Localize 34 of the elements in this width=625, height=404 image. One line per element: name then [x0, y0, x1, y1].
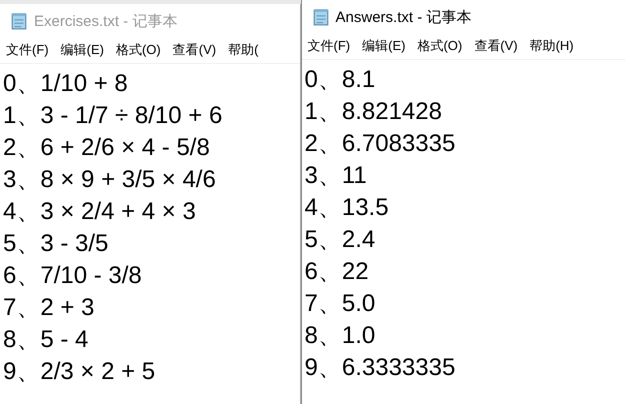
text-line: 8、1.0 [304, 321, 376, 351]
text-line: 5、2.4 [304, 225, 376, 255]
text-line: 9、6.3333335 [304, 353, 456, 383]
window-title: Exercises.txt - 记事本 [34, 12, 178, 30]
menu-item[interactable]: 查看(V) [172, 41, 216, 59]
text-line: 3、11 [304, 161, 368, 191]
text-line: 1、8.821428 [304, 97, 443, 127]
menu-item[interactable]: 编辑(E) [362, 37, 406, 55]
text-line: 4、3 × 2/4 + 4 × 3 [3, 197, 197, 227]
text-line: 6、22 [304, 257, 370, 287]
text-line: 0、8.1 [304, 65, 376, 95]
menu-item[interactable]: 格式(O) [417, 37, 462, 55]
text-line: 5、3 - 3/5 [3, 229, 110, 259]
menu-item[interactable]: 文件(F) [6, 41, 49, 59]
text-line: 3、8 × 9 + 3/5 × 4/6 [3, 165, 217, 195]
menu-item[interactable]: 帮助(H) [530, 37, 574, 55]
text-line: 2、6.7083335 [304, 129, 456, 159]
menu-item[interactable]: 编辑(E) [60, 41, 104, 59]
notepad-icon [312, 8, 330, 26]
menu-item[interactable]: 帮助( [228, 41, 258, 59]
text-line: 9、2/3 × 2 + 5 [3, 357, 156, 387]
menu-item[interactable]: 格式(O) [116, 41, 161, 59]
menu-item[interactable]: 文件(F) [308, 37, 350, 55]
notepad-icon [10, 12, 28, 30]
text-line: 1、3 - 1/7 ÷ 8/10 + 6 [3, 101, 224, 131]
text-line: 2、6 + 2/6 × 4 - 5/8 [3, 133, 211, 163]
text-line: 0、1/10 + 8 [3, 69, 129, 99]
text-line: 4、13.5 [304, 193, 390, 223]
text-line: 7、5.0 [304, 289, 376, 319]
text-line: 7、2 + 3 [3, 293, 96, 323]
menu-item[interactable]: 查看(V) [474, 37, 518, 55]
text-line: 6、7/10 - 3/8 [3, 261, 143, 291]
text-line: 8、5 - 4 [3, 325, 90, 355]
window-title: Answers.txt - 记事本 [336, 8, 472, 26]
